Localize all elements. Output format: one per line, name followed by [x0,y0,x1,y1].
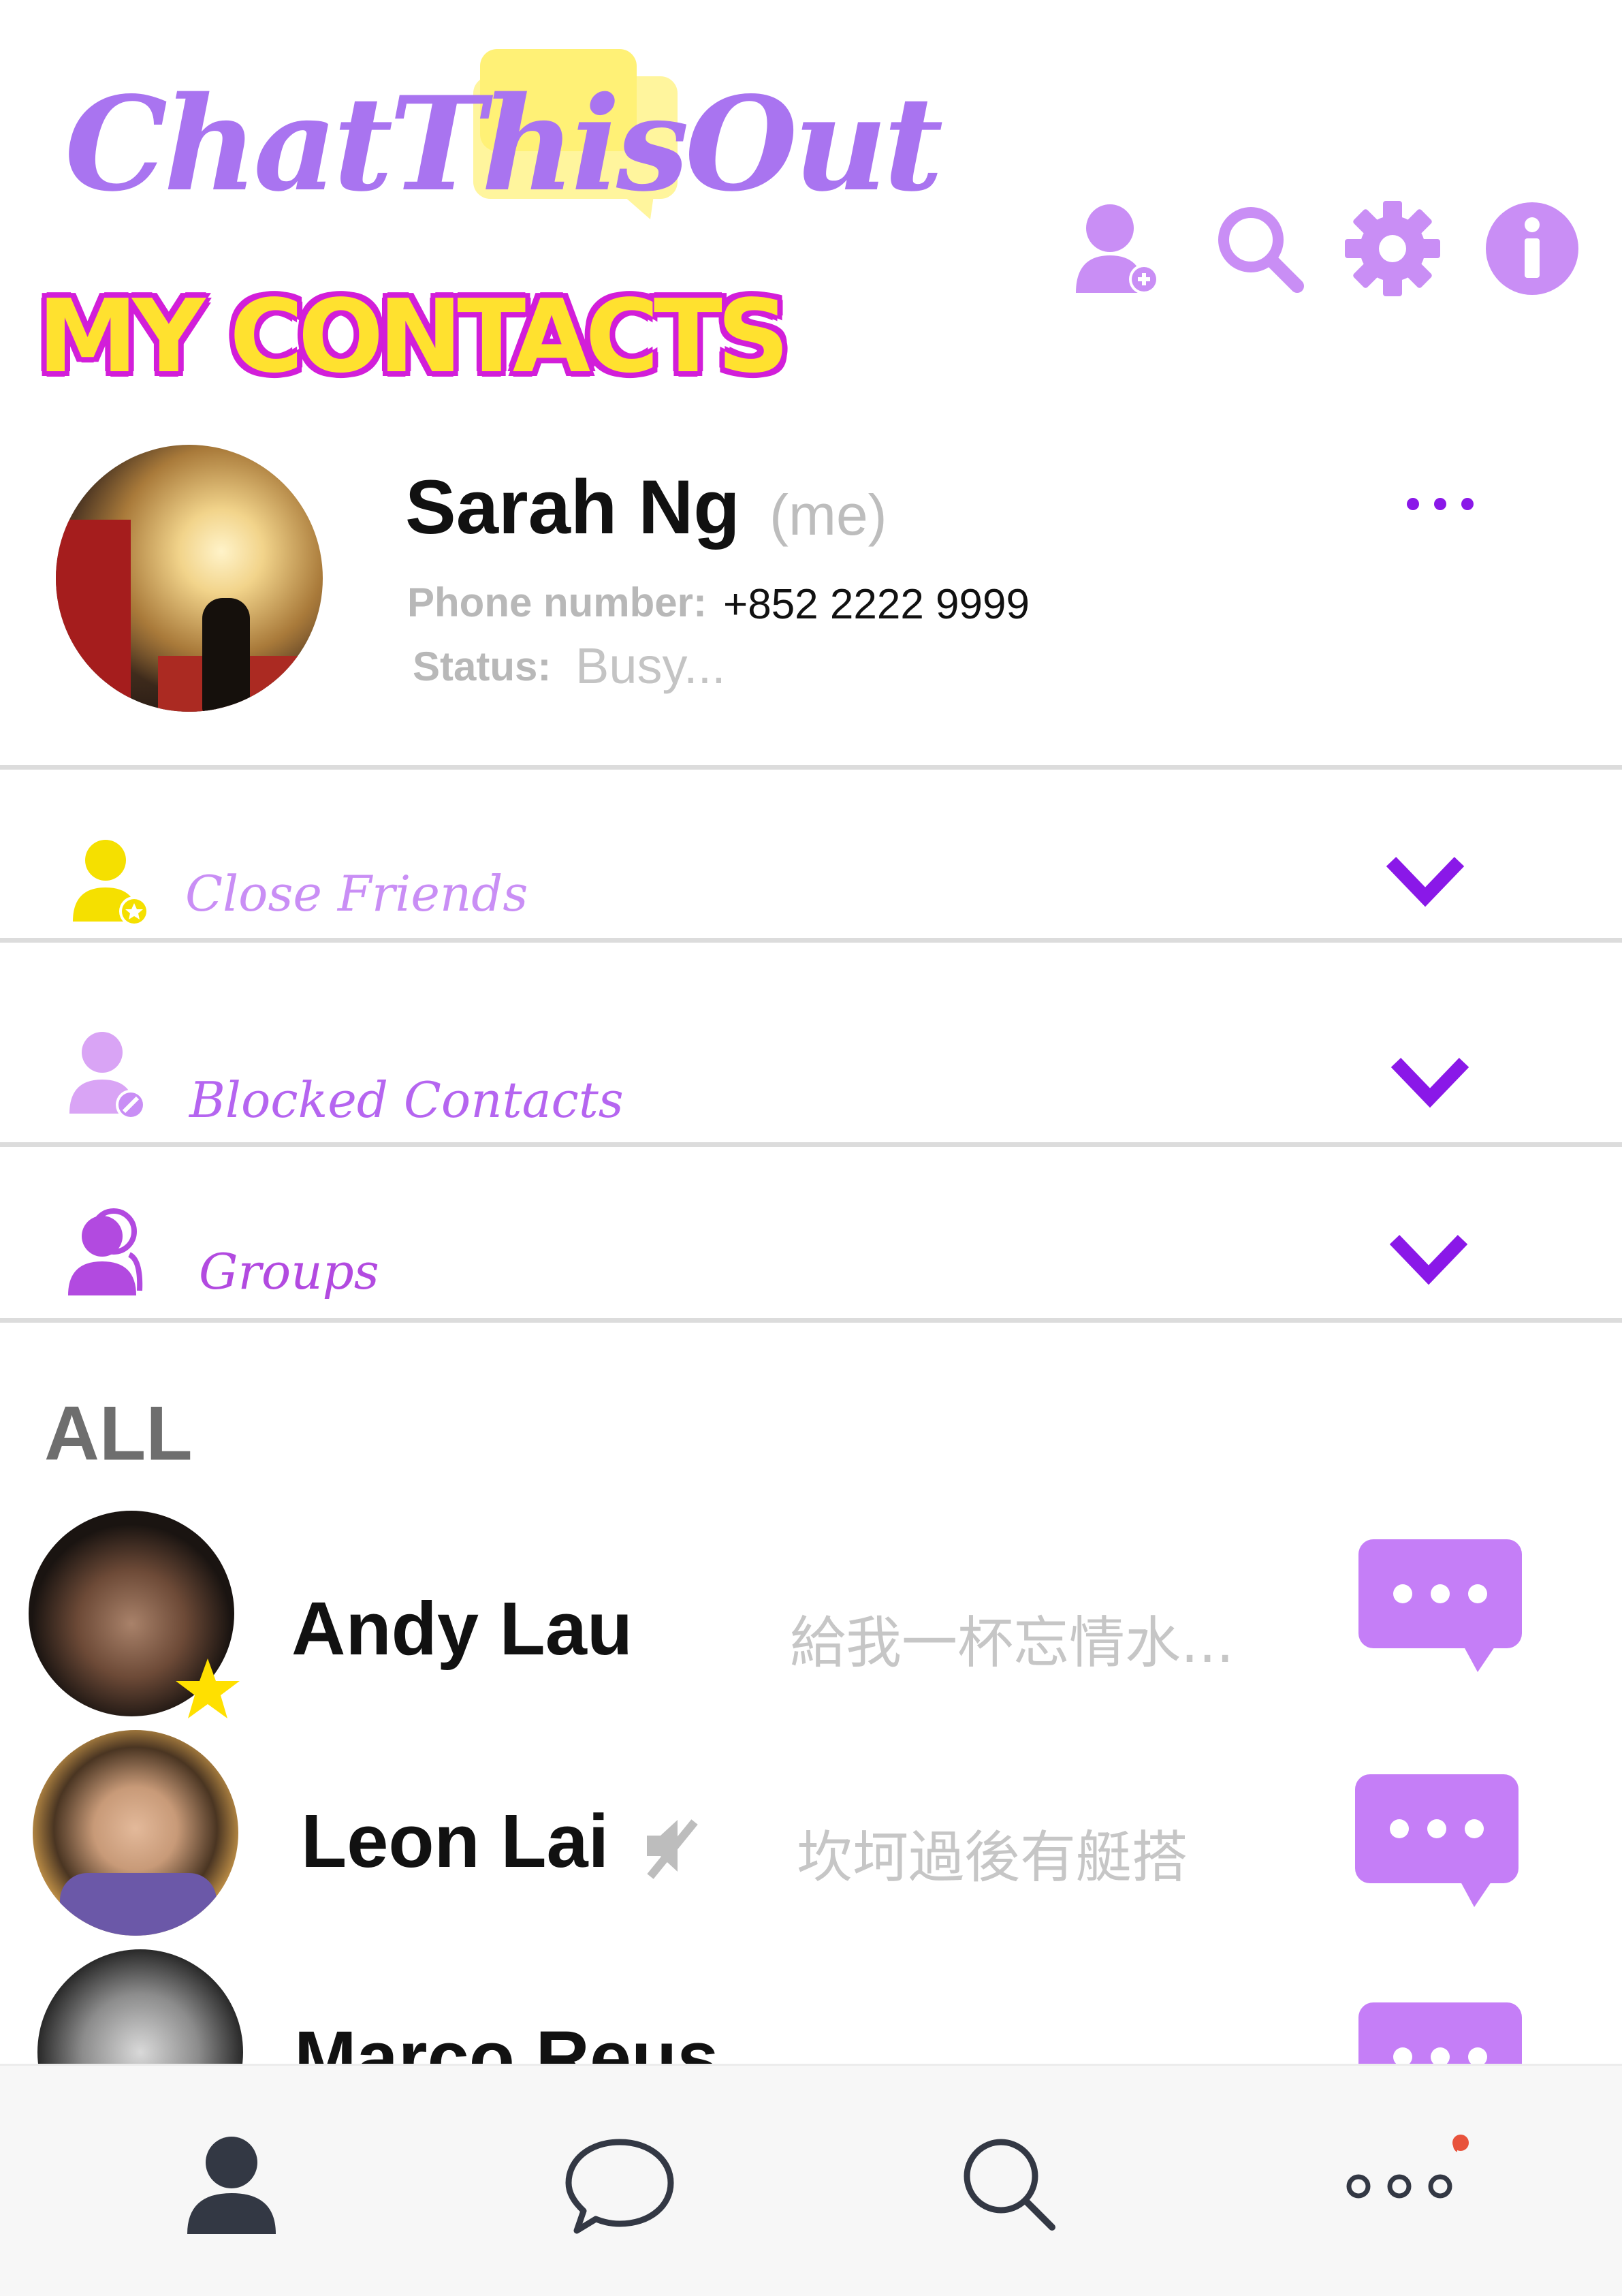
page-title: MY CONTACTS [37,278,789,395]
phone-number: +852 2222 9999 [723,581,1030,628]
search-icon[interactable] [1209,198,1311,300]
phone-label: Phone number: [407,580,707,625]
contact-last-message: 給我一杯忘情水... [790,1611,1235,1676]
divider [0,765,1622,770]
app-logo: ChatThisOut [58,41,943,220]
search-icon[interactable] [950,2125,1066,2241]
contact-avatar[interactable] [37,1949,243,2064]
blocked-contacts-label: Blocked Contacts [189,1071,624,1129]
divider [0,1318,1622,1323]
muted-speaker-icon [647,1819,698,1879]
gear-icon[interactable] [1341,198,1444,300]
status-value: Busy... [575,638,726,694]
me-tag: (me) [769,483,887,547]
more-icon[interactable] [1341,2125,1457,2241]
chat-button-icon[interactable] [1355,2002,1525,2064]
contact-row-marco-reus[interactable]: Marco Reus [0,1948,1622,2064]
status-label: Status: [413,644,552,689]
add-contact-icon[interactable] [1066,198,1168,300]
chevron-down-icon[interactable] [1384,855,1466,909]
chat-button-icon[interactable] [1352,1774,1522,1910]
profile-more-icon[interactable] [1403,490,1478,518]
info-icon[interactable] [1481,198,1583,300]
notification-dot [1452,2135,1469,2151]
person-icon[interactable] [174,2125,289,2241]
close-friends-row[interactable]: Close Friends [0,770,1622,940]
blocked-person-icon [69,1032,146,1120]
groups-label: Groups [199,1243,379,1300]
groups-row[interactable]: Groups [0,1148,1622,1318]
chat-bubble-icon[interactable] [562,2125,678,2241]
divider [0,938,1622,943]
contact-last-message: 坎坷過後有艇搭 [797,1825,1188,1890]
close-friends-label: Close Friends [185,865,528,922]
star-person-icon [73,840,149,926]
chevron-down-icon[interactable] [1388,1233,1469,1287]
logo-text: ChatThisOut [65,68,943,220]
my-avatar[interactable] [56,445,323,712]
my-name: Sarah Ng [405,465,740,550]
chat-button-icon[interactable] [1355,1539,1525,1676]
blocked-contacts-row[interactable]: Blocked Contacts [0,943,1622,1141]
contact-name: Marco Reus [294,2016,719,2064]
group-icon [68,1208,143,1295]
chevron-down-icon[interactable] [1389,1056,1471,1110]
contact-name: Leon Lai [301,1799,609,1883]
favorite-star-icon [176,1658,240,1718]
all-contacts-heading: ALL [44,1391,193,1476]
contact-avatar[interactable] [33,1730,238,1936]
contact-name: Andy Lau [291,1587,633,1671]
divider [0,1142,1622,1147]
